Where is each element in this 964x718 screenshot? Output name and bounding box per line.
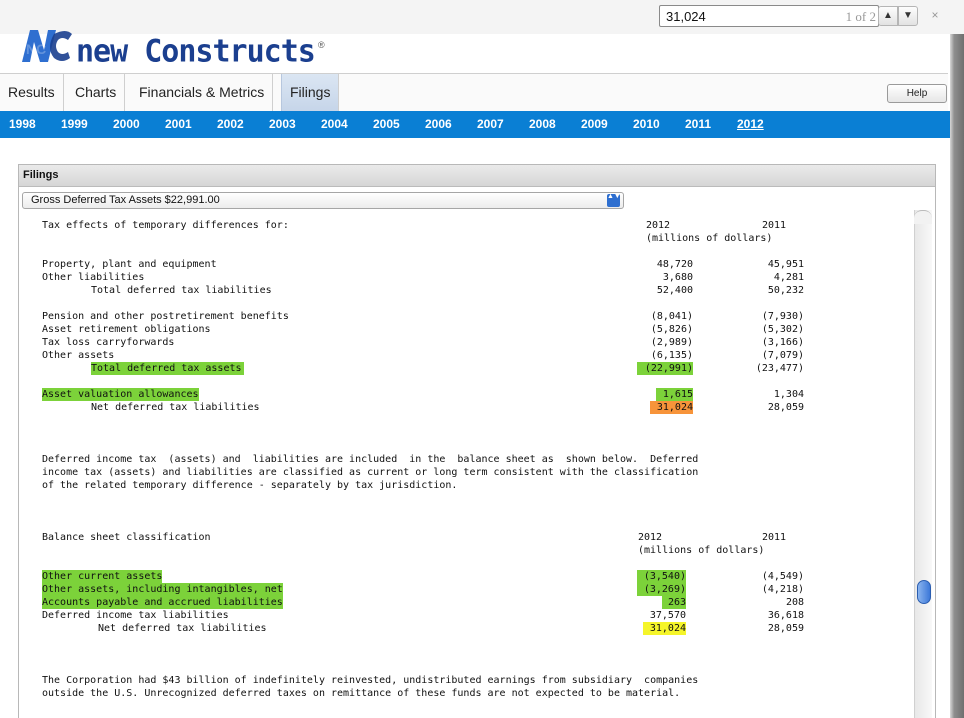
table2-units: (millions of dollars) <box>638 545 765 556</box>
table1-heading: Tax effects of temporary differences for… <box>42 220 289 231</box>
find-match-current: 31,024 <box>650 401 693 414</box>
chevron-up-icon: ▲ <box>883 10 893 21</box>
table1-row-label-highlighted: Asset valuation allowances <box>42 388 199 401</box>
find-bar: 1 of 2 ▲ ▼ × <box>0 0 964 34</box>
year-link-2002[interactable]: 2002 <box>217 111 244 138</box>
table1-row-value-2011: (5,302) <box>761 324 804 335</box>
year-link-2003[interactable]: 2003 <box>269 111 296 138</box>
tab-results[interactable]: Results <box>0 74 64 111</box>
table1-row-value-2012: (6,135) <box>650 350 693 361</box>
table1-row-value-2012: 52,400 <box>656 285 693 296</box>
find-match-count: 1 of 2 <box>845 9 876 24</box>
tab-financials-metrics[interactable]: Financials & Metrics <box>131 74 274 111</box>
year-link-2009[interactable]: 2009 <box>581 111 608 138</box>
year-link-2001[interactable]: 2001 <box>165 111 192 138</box>
table2-row-label: Net deferred tax liabilities <box>98 623 267 634</box>
new-constructs-logo-icon: NC <box>22 30 72 62</box>
registered-mark: ® <box>318 40 325 50</box>
table2-row-value-2011: 36,618 <box>767 610 804 621</box>
table1-row-value-2012-highlighted: 1,615 <box>656 388 693 401</box>
close-icon[interactable]: × <box>928 8 942 22</box>
find-previous-button[interactable]: ▲ <box>878 6 898 26</box>
find-match: 31,024 <box>643 622 686 635</box>
table1-row-value-2011: 4,281 <box>773 272 804 283</box>
year-link-2007[interactable]: 2007 <box>477 111 504 138</box>
table2-row-value-2011: (4,218) <box>761 584 804 595</box>
table2-row-value-2012-highlighted: (3,269) <box>637 583 686 596</box>
help-button[interactable]: Help <box>887 84 947 103</box>
table1-row-value-2011: 45,951 <box>767 259 804 270</box>
tab-filings[interactable]: Filings <box>281 74 340 111</box>
table1-row-value-2011: 28,059 <box>767 402 804 413</box>
chevron-down-icon: ▼ <box>903 10 913 21</box>
table1-col-2012: 2012 <box>646 220 671 231</box>
table2-row-label: Deferred income tax liabilities <box>42 610 229 621</box>
year-link-2010[interactable]: 2010 <box>633 111 660 138</box>
table2-row-value-2011: (4,549) <box>761 571 804 582</box>
year-link-2008[interactable]: 2008 <box>529 111 556 138</box>
table2-row-value-2011: 28,059 <box>767 623 804 634</box>
scrollbar-thumb[interactable] <box>917 580 931 604</box>
table1-row-value-2012: 3,680 <box>662 272 693 283</box>
table1-row-label-highlighted: Total deferred tax assets <box>91 362 244 375</box>
logo-text: new Constructs <box>76 33 316 70</box>
filing-item-select[interactable]: Gross Deferred Tax Assets $22,991.00 ▲▼ <box>22 192 624 209</box>
table2-row-value-2012: 37,570 <box>649 610 686 621</box>
scrollbar-top-cap <box>914 210 932 224</box>
year-link-2000[interactable]: 2000 <box>113 111 140 138</box>
table1-row-value-2011: (3,166) <box>761 337 804 348</box>
table1-row-value-2011: (7,079) <box>761 350 804 361</box>
table2-row-value-2011: 208 <box>785 597 804 608</box>
table1-row-label: Total deferred tax liabilities <box>91 285 272 296</box>
year-link-2004[interactable]: 2004 <box>321 111 348 138</box>
table2-row-value-2012-highlighted: 263 <box>662 596 686 609</box>
table2-heading: Balance sheet classification <box>42 532 211 543</box>
table2-row-value-2012-highlighted: (3,540) <box>637 570 686 583</box>
paragraph-line: income tax (assets) and liabilities are … <box>42 467 699 478</box>
table2-col-2011: 2011 <box>762 532 787 543</box>
select-value: Gross Deferred Tax Assets $22,991.00 <box>31 194 220 206</box>
table1-row-value-2012: (5,826) <box>650 324 693 335</box>
find-next-button[interactable]: ▼ <box>898 6 918 26</box>
table1-row-label: Tax loss carryforwards <box>42 337 175 348</box>
table1-row-value-2011: 50,232 <box>767 285 804 296</box>
year-link-2006[interactable]: 2006 <box>425 111 452 138</box>
table1-row-value-2012: (2,989) <box>650 337 693 348</box>
table1-row-label: Asset retirement obligations <box>42 324 211 335</box>
year-link-1999[interactable]: 1999 <box>61 111 88 138</box>
panel-title: Filings <box>19 165 935 187</box>
table1-row-value-2012: (8,041) <box>650 311 693 322</box>
paragraph-line: outside the U.S. Unrecognized deferred t… <box>42 688 681 699</box>
paragraph-line: Deferred income tax (assets) and liabili… <box>42 454 699 465</box>
table1-row-label: Property, plant and equipment <box>42 259 217 270</box>
year-link-2011[interactable]: 2011 <box>685 111 711 138</box>
table2-row-label-highlighted: Accounts payable and accrued liabilities <box>42 596 283 609</box>
year-link-1998[interactable]: 1998 <box>9 111 36 138</box>
table1-row-value-2011: (23,477) <box>755 363 804 374</box>
tab-charts[interactable]: Charts <box>67 74 126 111</box>
paragraph-line: The Corporation had $43 billion of indef… <box>42 675 699 686</box>
year-link-2005[interactable]: 2005 <box>373 111 400 138</box>
window-edge-shadow <box>950 34 964 718</box>
main-tab-bar: Results Charts Financials & Metrics Fili… <box>0 73 948 111</box>
select-arrows-icon: ▲▼ <box>607 193 621 207</box>
year-bar: 1998 1999 2000 2001 2002 2003 2004 2005 … <box>0 111 964 138</box>
table1-col-2011: 2011 <box>762 220 787 231</box>
table1-row-value-2011: 1,304 <box>773 389 804 400</box>
table1-row-label: Pension and other postretirement benefit… <box>42 311 289 322</box>
table1-row-label: Other liabilities <box>42 272 145 283</box>
table1-units: (millions of dollars) <box>646 233 773 244</box>
table1-row-value-2011: (7,930) <box>761 311 804 322</box>
paragraph-line: of the related temporary difference - se… <box>42 480 458 491</box>
table1-row-label: Other assets <box>42 350 115 361</box>
table1-row-value-2012-highlighted: (22,991) <box>637 362 693 375</box>
logo-mark-text: NC <box>26 41 46 57</box>
table2-row-label-highlighted: Other current assets <box>42 570 163 583</box>
document-scrollbar[interactable] <box>914 210 932 718</box>
table2-row-label-highlighted: Other assets, including intangibles, net <box>42 583 283 596</box>
table1-row-value-2012: 48,720 <box>656 259 693 270</box>
table2-col-2012: 2012 <box>638 532 663 543</box>
table1-row-label: Net deferred tax liabilities <box>91 402 260 413</box>
year-link-2012[interactable]: 2012 <box>737 111 764 138</box>
